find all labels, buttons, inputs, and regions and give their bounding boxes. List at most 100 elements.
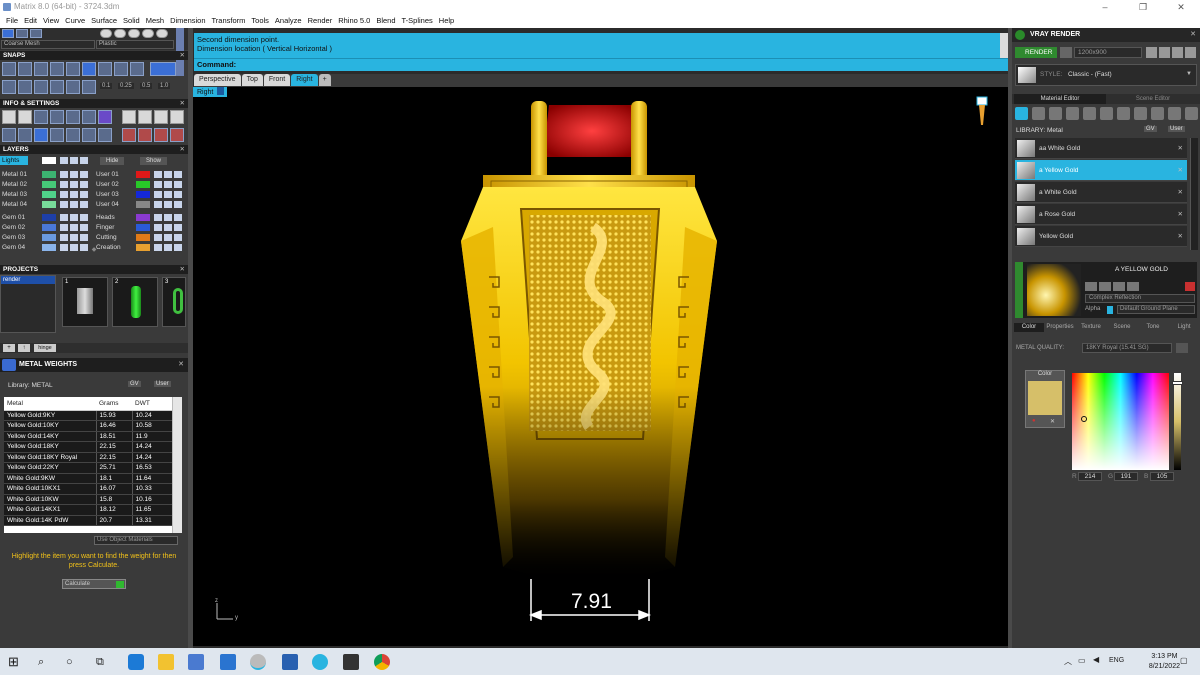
- dimension-value[interactable]: 7.91: [571, 590, 612, 614]
- layer-row-lights[interactable]: Lights: [0, 156, 90, 165]
- tab-front[interactable]: Front: [263, 74, 291, 86]
- visible-icon[interactable]: [70, 191, 78, 198]
- remove-material-icon[interactable]: ✕: [1178, 138, 1183, 159]
- color-picker-cursor[interactable]: [1081, 416, 1087, 422]
- style-selector[interactable]: STYLE: Classic - (Fast) ▼: [1015, 64, 1197, 86]
- menu-dimension[interactable]: Dimension: [167, 14, 208, 28]
- layer-row[interactable]: Metal 01: [0, 170, 90, 179]
- close-icon[interactable]: ✕: [1190, 28, 1196, 42]
- info-tool-icon[interactable]: [50, 128, 64, 142]
- command-scrollbar[interactable]: [1000, 33, 1008, 58]
- visible-icon[interactable]: [70, 181, 78, 188]
- table-row[interactable]: Yellow Gold:18KY 22.15 14.24: [4, 441, 172, 453]
- lock-icon[interactable]: [154, 201, 162, 208]
- info-tool-icon[interactable]: [2, 128, 16, 142]
- info-tool-icon[interactable]: [34, 128, 48, 142]
- menu-analyze[interactable]: Analyze: [272, 14, 305, 28]
- snap-tool-icon[interactable]: [34, 62, 48, 76]
- user-toggle[interactable]: User: [1168, 126, 1185, 132]
- lock-icon[interactable]: [60, 181, 68, 188]
- select-icon[interactable]: [174, 171, 182, 178]
- copy-icon[interactable]: [1168, 107, 1181, 120]
- info-tool-icon[interactable]: [34, 110, 48, 124]
- remove-material-icon[interactable]: ✕: [1178, 226, 1183, 247]
- command-input[interactable]: [242, 60, 992, 70]
- chrome-icon[interactable]: [374, 654, 390, 670]
- snap-tool-icon[interactable]: [82, 62, 96, 76]
- rhino-icon[interactable]: [250, 654, 266, 670]
- color-swatch[interactable]: [1028, 381, 1062, 415]
- render-settings-icon[interactable]: [1060, 47, 1072, 58]
- menu-curve[interactable]: Curve: [62, 14, 88, 28]
- layer-row[interactable]: User 02: [94, 180, 184, 189]
- visible-icon[interactable]: [164, 191, 172, 198]
- hinge-button[interactable]: hinge: [34, 344, 56, 352]
- layer-row[interactable]: User 03: [94, 190, 184, 199]
- rewind-icon[interactable]: [1146, 47, 1157, 58]
- layer-color-swatch[interactable]: [136, 224, 150, 231]
- info-tool-icon[interactable]: [154, 110, 168, 124]
- info-tool-icon[interactable]: [66, 128, 80, 142]
- lock-icon[interactable]: [60, 191, 68, 198]
- lock-icon[interactable]: [60, 157, 68, 164]
- user-toggle[interactable]: User: [154, 381, 171, 387]
- resize-handle-icon[interactable]: ◆: [0, 247, 188, 253]
- language-indicator[interactable]: ENG: [1109, 657, 1124, 664]
- visible-icon[interactable]: [164, 171, 172, 178]
- select-icon[interactable]: [80, 191, 88, 198]
- hide-button[interactable]: Hide: [100, 157, 125, 165]
- mail-icon[interactable]: [220, 654, 236, 670]
- snap-tool-icon[interactable]: [150, 62, 176, 76]
- layer-row[interactable]: Gem 03: [0, 233, 90, 242]
- snap-value[interactable]: 0.1: [100, 83, 113, 89]
- info-tool-icon[interactable]: [98, 110, 112, 124]
- remove-material-icon[interactable]: ✕: [1178, 160, 1183, 181]
- grid-tool-icon[interactable]: [18, 80, 32, 94]
- blue-value[interactable]: 105: [1150, 472, 1174, 481]
- notifications-icon[interactable]: ▢: [1180, 656, 1188, 665]
- lock-icon[interactable]: [154, 181, 162, 188]
- calculate-button[interactable]: Calculate: [62, 579, 126, 589]
- visible-icon[interactable]: [70, 201, 78, 208]
- column-header-dwt[interactable]: DWT: [132, 397, 172, 411]
- menu-blend[interactable]: Blend: [373, 14, 398, 28]
- maximize-button[interactable]: ❐: [1124, 0, 1162, 14]
- layer-color-swatch[interactable]: [136, 201, 150, 208]
- matrix-icon[interactable]: [312, 654, 328, 670]
- select-icon[interactable]: [80, 224, 88, 231]
- info-tool-icon[interactable]: [82, 128, 96, 142]
- sphere-icon[interactable]: [128, 29, 140, 38]
- project-thumbnail[interactable]: 1: [62, 277, 108, 327]
- table-row[interactable]: Yellow Gold:22KY 25.71 16.53: [4, 462, 172, 474]
- red-value[interactable]: 214: [1078, 472, 1102, 481]
- visible-icon[interactable]: [70, 214, 78, 221]
- grid-tool-icon[interactable]: [66, 80, 80, 94]
- layer-row[interactable]: Gem 01: [0, 213, 90, 222]
- material-list-item[interactable]: a White Gold ✕: [1015, 182, 1187, 203]
- menu-tools[interactable]: Tools: [248, 14, 272, 28]
- projects-list-item[interactable]: render: [1, 276, 55, 284]
- layer-color-swatch[interactable]: [136, 214, 150, 221]
- material-list-item[interactable]: aa White Gold ✕: [1015, 138, 1187, 159]
- refresh-icon[interactable]: [1185, 282, 1195, 291]
- menu-file[interactable]: File: [3, 14, 21, 28]
- layer-row[interactable]: Cutting: [94, 233, 184, 242]
- menu-mesh[interactable]: Mesh: [143, 14, 167, 28]
- snap-tool-icon[interactable]: [114, 62, 128, 76]
- menu-help[interactable]: Help: [436, 14, 457, 28]
- grid-icon[interactable]: [1100, 107, 1113, 120]
- app-icon[interactable]: [343, 654, 359, 670]
- render-button[interactable]: RENDER: [1015, 47, 1057, 58]
- toolbar-icon[interactable]: [2, 29, 14, 38]
- material-combo[interactable]: Plastic: [96, 40, 174, 49]
- select-icon[interactable]: [174, 181, 182, 188]
- brightness-thumb[interactable]: [1172, 381, 1183, 385]
- use-object-materials-checkbox[interactable]: Use Object Materials: [94, 536, 178, 545]
- toolbar-icon[interactable]: [30, 29, 42, 38]
- visible-icon[interactable]: [70, 171, 78, 178]
- tab-material-editor[interactable]: Material Editor: [1014, 94, 1106, 104]
- info-tool-icon[interactable]: [18, 128, 32, 142]
- material-list-item[interactable]: a Yellow Gold ✕: [1015, 160, 1187, 181]
- toolbar-icon[interactable]: [16, 29, 28, 38]
- sphere-icon[interactable]: [142, 29, 154, 38]
